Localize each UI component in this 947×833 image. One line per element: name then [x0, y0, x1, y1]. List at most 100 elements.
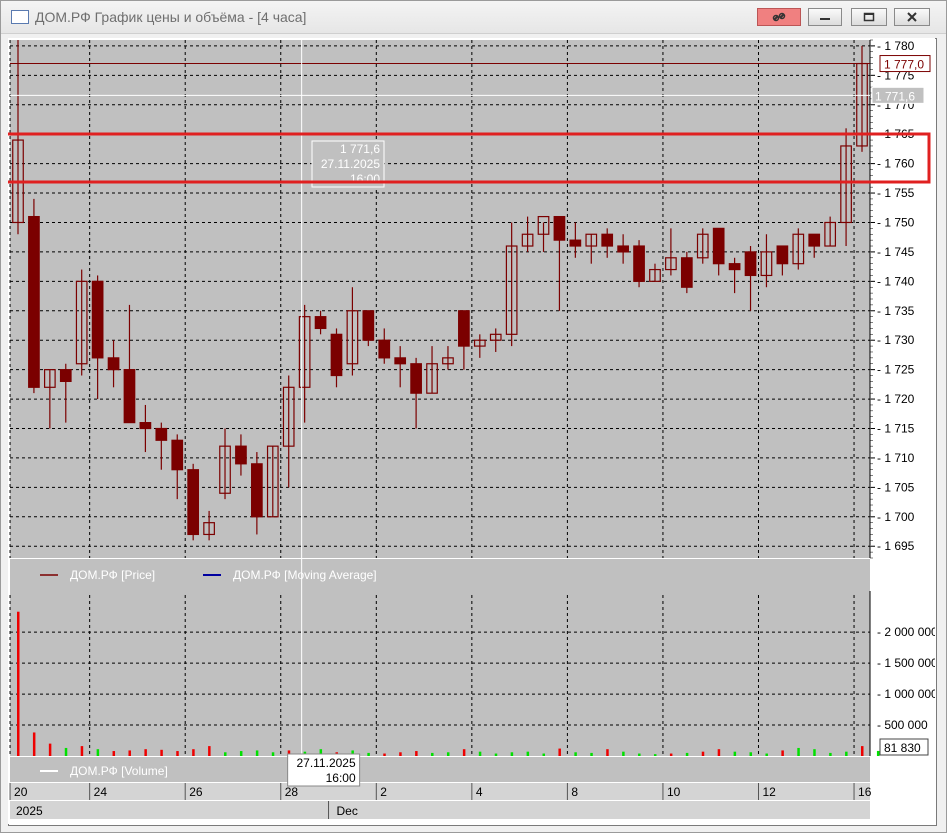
price-volume-chart[interactable]: 20 24 26 28 2 4 8 10 12 162025 Dec- 1 780- 1 775- …	[8, 38, 935, 824]
chart-app-icon	[11, 10, 29, 24]
candle-body	[458, 310, 470, 347]
volume-bar	[781, 750, 784, 756]
volume-bar	[542, 753, 546, 756]
minimize-icon	[820, 18, 830, 20]
candle-body	[59, 369, 72, 383]
volume-bar	[669, 753, 673, 756]
candle-body	[776, 245, 789, 265]
candle-body	[569, 239, 582, 247]
cursor-date-label: 27.11.2025	[296, 756, 355, 770]
candle-body	[171, 439, 184, 471]
volume-bar	[80, 746, 84, 756]
volume-bar	[32, 732, 36, 756]
last-price-label: 1 777,0	[884, 58, 924, 72]
volume-bar	[431, 752, 434, 756]
candle-body	[728, 263, 741, 271]
volume-bar	[446, 752, 450, 756]
day-label: 26	[189, 785, 203, 799]
volume-tick-label: - 1 000 000	[877, 687, 935, 701]
volume-bar	[638, 753, 641, 756]
volume-tick-label: - 1 500 000	[877, 656, 935, 670]
price-tick-label: - 1 750	[877, 215, 915, 229]
day-label: 2	[380, 785, 387, 799]
candle-body	[601, 233, 614, 247]
volume-bar	[112, 751, 116, 756]
price-tick-label: - 1 700	[877, 510, 915, 524]
day-label: 8	[571, 785, 578, 799]
volume-bar	[590, 752, 593, 756]
volume-bar	[239, 751, 243, 756]
volume-bar	[558, 748, 561, 756]
candle-body	[123, 369, 136, 424]
candle-body	[617, 245, 629, 253]
volume-bar	[160, 749, 163, 756]
volume-bar	[701, 751, 705, 756]
price-tick-label: - 1 755	[877, 186, 915, 200]
volume-bar	[765, 753, 768, 756]
candle-body	[808, 233, 821, 247]
maximize-button[interactable]	[851, 8, 887, 26]
volume-bar	[271, 752, 275, 756]
volume-bar	[224, 752, 227, 756]
candle-body	[680, 257, 693, 288]
price-tick-label: - 1 725	[877, 363, 915, 377]
date-axis-periods	[10, 801, 870, 819]
ma-legend-label: ДОМ.РФ [Moving Average]	[233, 568, 377, 582]
link-button[interactable]	[757, 8, 801, 26]
day-label: 20	[14, 785, 28, 799]
candle-body	[107, 357, 120, 371]
minimize-button[interactable]	[808, 8, 842, 26]
title-bar[interactable]: ДОМ.РФ График цены и объёма - [4 часа]	[1, 1, 946, 34]
volume-bar	[48, 743, 52, 756]
candle-body	[28, 215, 40, 388]
candle-body	[712, 227, 725, 265]
candle-body	[314, 316, 327, 330]
price-tick-label: - 1 705	[877, 480, 915, 494]
cursor-price-axis-label: 1 771,6	[875, 89, 915, 103]
candle-body	[139, 422, 152, 430]
close-icon	[907, 12, 917, 22]
volume-bar	[749, 752, 753, 756]
volume-bar	[510, 752, 514, 756]
volume-bar	[144, 749, 147, 756]
volume-bar	[176, 751, 179, 756]
volume-bar	[685, 752, 689, 756]
volume-bar	[399, 752, 402, 756]
price-tick-label: - 1 695	[877, 539, 915, 553]
candle-body	[251, 463, 263, 518]
day-label: 16	[858, 785, 872, 799]
volume-bar	[733, 751, 737, 756]
day-label: 28	[285, 785, 299, 799]
volume-plot-area	[10, 591, 870, 756]
window-title: ДОМ.РФ График цены и объёма - [4 часа]	[35, 9, 307, 25]
volume-bar	[653, 754, 657, 756]
cursor-tooltip-date: 27.11.2025	[321, 157, 380, 171]
volume-bar	[17, 611, 20, 756]
date-axis-days	[10, 783, 870, 800]
price-tick-label: - 1 745	[877, 245, 915, 259]
close-button[interactable]	[894, 8, 930, 26]
volume-bar	[208, 746, 211, 756]
candle-body	[394, 357, 407, 365]
period-label: 2025	[16, 804, 43, 818]
volume-bar	[526, 751, 530, 756]
volume-bar	[96, 749, 100, 756]
volume-bar	[255, 750, 259, 756]
volume-bar	[606, 749, 609, 756]
candle-body	[330, 333, 343, 377]
volume-tick-label: - 500 000	[877, 718, 928, 732]
volume-bar	[415, 751, 418, 756]
candle-body	[91, 280, 104, 359]
price-tick-label: - 1 780	[877, 39, 915, 53]
candle-body	[553, 215, 566, 241]
price-plot-area	[10, 40, 870, 558]
candle-body	[235, 445, 247, 465]
volume-bar	[494, 753, 498, 756]
day-label: 24	[94, 785, 108, 799]
price-tick-label: - 1 735	[877, 304, 915, 318]
price-tick-label: - 1 730	[877, 333, 915, 347]
price-tick-label: - 1 760	[877, 157, 915, 171]
volume-bar	[574, 752, 577, 756]
volume-bar	[462, 749, 466, 756]
cursor-time-label: 16:00	[326, 771, 356, 785]
